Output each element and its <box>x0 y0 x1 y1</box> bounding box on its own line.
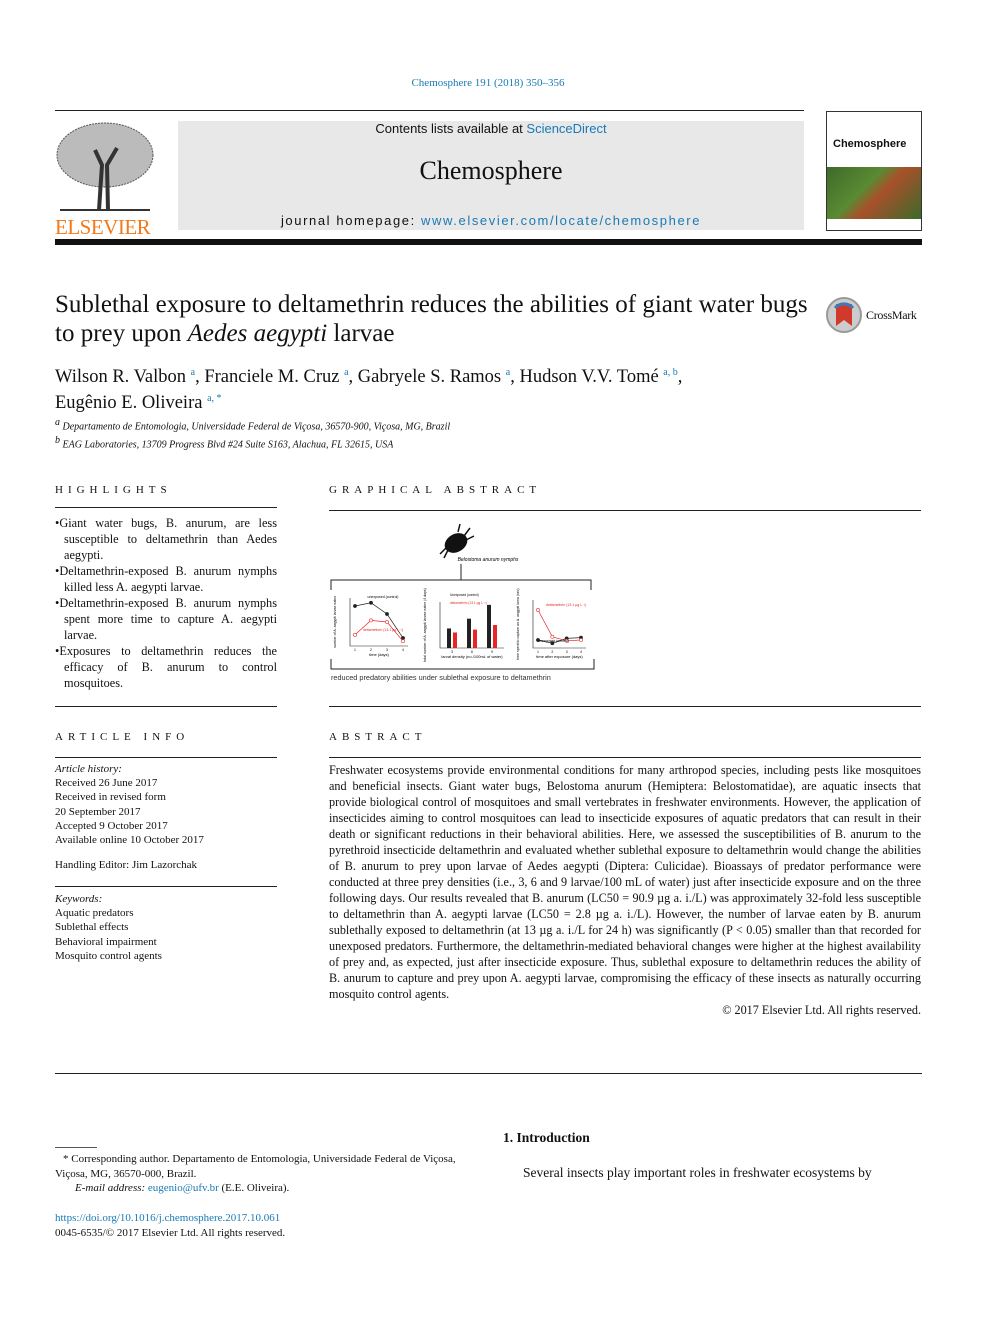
x-tick-label: 4 <box>402 648 404 652</box>
data-point <box>369 618 373 623</box>
data-point <box>536 608 540 612</box>
history-entry: Received 26 June 2017 <box>55 777 158 790</box>
graphical-abstract-heading: GRAPHICAL ABSTRACT <box>329 484 542 496</box>
data-point <box>385 620 389 624</box>
abstract-heading: ABSTRACT <box>329 731 427 743</box>
article-page: Chemosphere 191 (2018) 350–356 ELSEVIER … <box>0 0 992 1323</box>
x-tick-label: 1 <box>537 650 539 654</box>
graphical-abstract-caption: reduced predatory abilities under sublet… <box>331 673 551 682</box>
data-point <box>385 612 389 616</box>
bar <box>447 628 451 648</box>
article-info-heading: ARTICLE INFO <box>55 731 190 743</box>
author-list: Wilson R. Valbon a, Franciele M. Cruz a,… <box>55 367 683 414</box>
highlight-item: •Deltamethrin-exposed B. anurum nymphs k… <box>55 564 277 594</box>
author[interactable]: Wilson R. Valbon a <box>55 367 195 387</box>
x-tick-label: 2 <box>551 650 553 654</box>
divider <box>55 110 804 111</box>
legend-control: unexposed (control) <box>538 639 569 643</box>
footnote: * Corresponding author. Departamento de … <box>55 1153 456 1194</box>
affiliations: a Departamento de Entomologia, Universid… <box>55 417 451 451</box>
author[interactable]: Hudson V.V. Tomé a, b <box>519 367 677 387</box>
author[interactable]: Franciele M. Cruz a <box>204 367 348 387</box>
article-history: Article history: Received 26 June 2017 Re… <box>55 762 277 872</box>
history-entry: 20 September 2017 <box>55 805 141 818</box>
data-point <box>369 600 373 605</box>
legend-treated: deltamethrin (13.1 µg L⁻¹) <box>363 628 403 632</box>
bar <box>473 629 477 648</box>
doi-link[interactable]: https://doi.org/10.1016/j.chemosphere.20… <box>55 1211 285 1226</box>
x-axis-label: larval density (no./100mL of water) <box>441 654 503 659</box>
legend-control: Unexposed (control) <box>450 593 479 597</box>
graphical-abstract: Belostoma anurum nymphs time (days) numbe… <box>328 518 598 688</box>
handling-editor: Handling Editor: Jim Lazorchak <box>55 859 198 872</box>
series-line <box>537 609 582 642</box>
highlight-item: •Giant water bugs, B. anurum, are less s… <box>55 516 277 562</box>
keyword[interactable]: Aquatic predators <box>55 906 277 920</box>
section-heading-introduction: 1. Introduction <box>503 1130 590 1145</box>
intro-text: Several insects play important roles in … <box>523 1165 872 1180</box>
x-tick-label: 9 <box>491 650 493 654</box>
bar <box>487 604 491 648</box>
x-tick-label: 2 <box>370 648 372 652</box>
insect-label: Belostoma anurum nymphs <box>458 557 519 563</box>
highlight-item: •Deltamethrin-exposed B. anurum nymphs s… <box>55 596 277 642</box>
x-tick-label: 3 <box>386 648 388 652</box>
journal-name: Chemosphere <box>419 156 563 185</box>
issn: 0045-6535/© 2017 Elsevier Ltd. All right… <box>55 1226 286 1239</box>
history-entry: Received in revised form <box>55 791 166 804</box>
x-tick-label: 1 <box>354 648 356 652</box>
legend-control: unexposed (control) <box>368 595 399 599</box>
author[interactable]: Gabryele S. Ramos a <box>358 367 510 387</box>
x-tick-label: 3 <box>566 650 568 654</box>
data-point <box>353 632 357 637</box>
data-point <box>550 634 555 639</box>
highlights-heading: HIGHLIGHTS <box>55 484 172 496</box>
bar <box>493 625 497 648</box>
bar <box>453 632 457 648</box>
journal-cover: Chemosphere <box>826 111 922 231</box>
x-axis-label: time (days) <box>369 652 389 657</box>
copyright: © 2017 Elsevier Ltd. All rights reserved… <box>722 1003 921 1017</box>
journal-banner: Contents lists available at ScienceDirec… <box>178 121 804 230</box>
keyword[interactable]: Sublethal effects <box>55 920 277 934</box>
history-entry: Accepted 9 October 2017 <box>55 819 168 832</box>
bar <box>467 618 471 648</box>
highlights-list: •Giant water bugs, B. anurum, are less s… <box>55 515 277 691</box>
x-axis-label: time after exposure (days) <box>536 654 583 659</box>
x-tick-label: 6 <box>471 650 473 654</box>
article-title: Sublethal exposure to deltamethrin reduc… <box>55 291 808 347</box>
history-entry: Available online 10 October 2017 <box>55 834 204 847</box>
crossmark-icon <box>826 297 862 333</box>
x-tick-label: 4 <box>580 650 582 654</box>
beetle-icon <box>439 523 475 559</box>
data-point <box>353 604 357 608</box>
legend-treated: deltamethrin (13.1 µg L⁻¹) <box>546 603 586 607</box>
author[interactable]: Eugênio E. Oliveira a, * <box>55 393 222 413</box>
elsevier-logo: ELSEVIER <box>55 120 155 239</box>
y-axis-label: time spent to capture an A. aegypti larv… <box>516 588 520 659</box>
crossmark-button[interactable]: CrossMark <box>825 296 917 334</box>
header-bar <box>55 239 922 245</box>
sciencedirect-link[interactable]: ScienceDirect <box>526 121 606 136</box>
homepage-link[interactable]: www.elsevier.com/locate/chemosphere <box>421 213 701 228</box>
data-point <box>401 636 405 640</box>
keywords: Keywords: Aquatic predators Sublethal eff… <box>55 892 277 963</box>
legend-treated: deltamethrin (13.1 µg L⁻¹) <box>450 601 487 605</box>
y-axis-label: total number of A. aegypti larvae eaten … <box>423 588 427 662</box>
highlight-item: •Exposures to deltamethrin reduces the e… <box>55 644 277 690</box>
data-point <box>401 639 405 644</box>
keyword[interactable]: Mosquito control agents <box>55 949 277 963</box>
x-tick-label: 3 <box>451 650 453 654</box>
keyword[interactable]: Behavioral impairment <box>55 935 277 949</box>
data-point <box>579 638 583 642</box>
email-link[interactable]: eugenio@ufv.br <box>148 1182 219 1194</box>
journal-citation[interactable]: Chemosphere 191 (2018) 350–356 <box>0 77 976 89</box>
cover-image <box>827 167 921 219</box>
y-axis-label: number of A. aegypti larvae eaten <box>333 596 337 648</box>
tree-icon <box>56 122 154 211</box>
abstract-text: Freshwater ecosystems provide environmen… <box>329 763 921 1017</box>
